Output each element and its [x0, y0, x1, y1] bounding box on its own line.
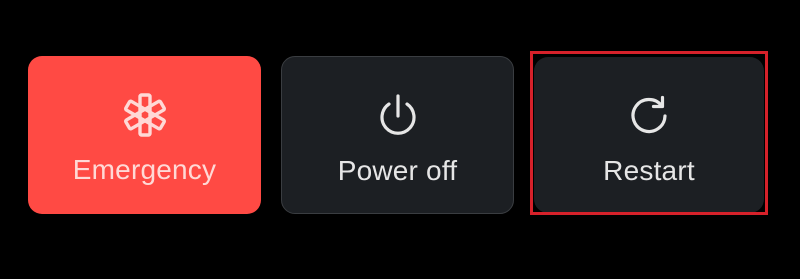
emergency-label: Emergency — [72, 154, 217, 185]
restart-label: Restart — [603, 155, 695, 186]
medical-asterisk-icon — [120, 90, 170, 140]
power-off-label: Power off — [337, 155, 458, 186]
restart-button[interactable]: Restart — [534, 57, 764, 213]
power-off-button[interactable]: Power off — [281, 56, 514, 214]
restart-icon — [624, 91, 674, 141]
power-icon — [373, 91, 423, 141]
emergency-button[interactable]: Emergency — [28, 56, 261, 214]
